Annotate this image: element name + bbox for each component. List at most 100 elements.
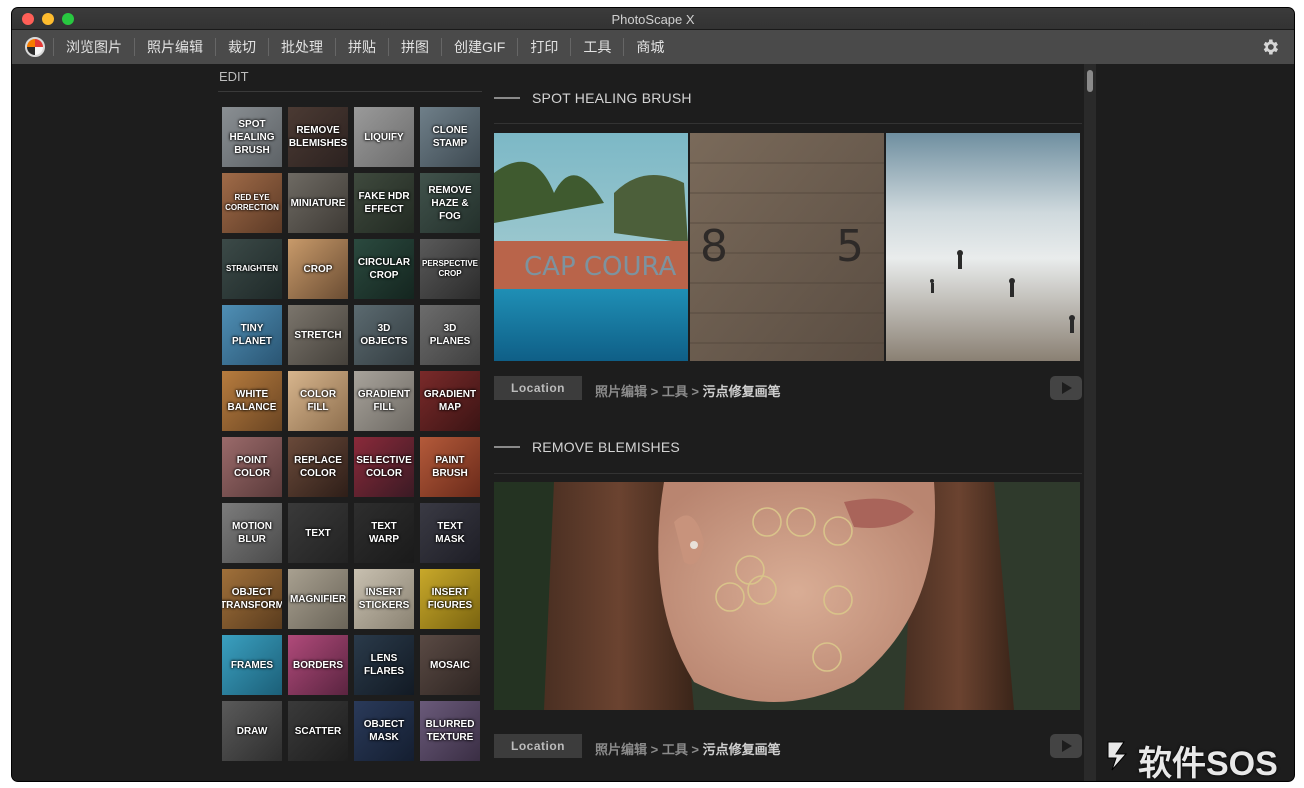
remove-blemishes-preview-image (494, 482, 1080, 710)
tool-object-transform[interactable]: OBJECT TRANSFORM (222, 569, 282, 629)
tool-gradient-fill[interactable]: GRADIENT FILL (354, 371, 414, 431)
tool-label: PAINT BRUSH (432, 455, 468, 479)
play-video-button[interactable] (1050, 734, 1082, 758)
tool-gradient-map[interactable]: GRADIENT MAP (420, 371, 480, 431)
tool-label: MAGNIFIER (289, 593, 347, 605)
section-dash (494, 97, 520, 99)
tool-lens-flares[interactable]: LENS FLARES (354, 635, 414, 695)
tool-label: CROP (303, 263, 333, 275)
edit-heading: EDIT (219, 69, 249, 84)
tool-3d-objects[interactable]: 3D OBJECTS (354, 305, 414, 365)
tool-insert-figures[interactable]: INSERT FIGURES (420, 569, 480, 629)
content-pane: SPOT HEALING BRUSH CAP COURA 8 5 Locatio… (494, 64, 1082, 781)
scrollbar-thumb[interactable] (1087, 70, 1093, 92)
tool-red-eye-correction[interactable]: RED EYE CORRECTION (222, 173, 282, 233)
toolbar-item-collage[interactable]: 拼贴 (335, 38, 388, 56)
tool-label: BORDERS (292, 659, 343, 671)
edit-tools-panel: EDIT SPOT HEALING BRUSH REMOVE BLEMISHES L… (218, 64, 484, 781)
toolbar-item-tools[interactable]: 工具 (570, 38, 623, 56)
tool-label: CLONE STAMP (432, 125, 468, 149)
tool-remove-blemishes[interactable]: REMOVE BLEMISHES (288, 107, 348, 167)
tool-label: GRADIENT FILL (357, 389, 411, 413)
tool-label: MINIATURE (290, 197, 346, 209)
window-title: PhotoScape X (611, 12, 695, 27)
tool-object-mask[interactable]: OBJECT MASK (354, 701, 414, 761)
tool-label: SCATTER (294, 725, 342, 737)
location-path-prefix: 照片编辑 > 工具 > (595, 742, 703, 757)
app-window: PhotoScape X 浏览图片 照片编辑 裁切 批处理 拼贴 拼图 创建GI… (12, 8, 1294, 781)
toolbar-item-print[interactable]: 打印 (517, 38, 570, 56)
toolbar-item-combine[interactable]: 拼图 (388, 38, 441, 56)
tool-label: MOSAIC (430, 659, 470, 671)
tool-selective-color[interactable]: SELECTIVE COLOR (354, 437, 414, 497)
app-logo-icon[interactable] (25, 37, 45, 57)
tool-straighten[interactable]: STRAIGHTEN (222, 239, 282, 299)
toolbar-item-cut-out[interactable]: 裁切 (215, 38, 268, 56)
tool-label: LIQUIFY (364, 131, 404, 143)
tool-label: 3D OBJECTS (360, 323, 408, 347)
left-blank-pane (12, 64, 210, 781)
tool-3d-planes[interactable]: 3D PLANES (420, 305, 480, 365)
tool-label: RED EYE CORRECTION (225, 193, 279, 212)
tool-circular-crop[interactable]: CIRCULAR CROP (354, 239, 414, 299)
tool-tiny-planet[interactable]: TINY PLANET (222, 305, 282, 365)
tool-insert-stickers[interactable]: INSERT STICKERS (354, 569, 414, 629)
tool-remove-haze-and-fog[interactable]: REMOVE HAZE & FOG (420, 173, 480, 233)
tool-label: STRETCH (294, 329, 342, 341)
tool-label: CIRCULAR CROP (357, 257, 411, 281)
tool-label: SPOT HEALING BRUSH (229, 118, 275, 156)
tool-point-color[interactable]: POINT COLOR (222, 437, 282, 497)
tool-label: DRAW (236, 725, 268, 737)
wall-number-left: 8 (700, 221, 728, 272)
watermark-logo-icon (1107, 741, 1128, 771)
toolbar-item-create-gif[interactable]: 创建GIF (441, 38, 517, 56)
tool-label: STRAIGHTEN (226, 264, 278, 273)
tool-white-balance[interactable]: WHITE BALANCE (222, 371, 282, 431)
tool-text-mask[interactable]: TEXT MASK (420, 503, 480, 563)
gear-icon[interactable] (1260, 37, 1280, 57)
toolbar-item-batch[interactable]: 批处理 (268, 38, 335, 56)
tool-draw[interactable]: DRAW (222, 701, 282, 761)
tool-label: OBJECT TRANSFORM (222, 587, 282, 611)
play-video-button[interactable] (1050, 376, 1082, 400)
section-divider (494, 473, 1082, 474)
tool-label: FAKE HDR EFFECT (358, 191, 410, 215)
tool-liquify[interactable]: LIQUIFY (354, 107, 414, 167)
tool-perspective-crop[interactable]: PERSPECTIVE CROP (420, 239, 480, 299)
location-button[interactable]: Location (494, 734, 582, 758)
section-header: REMOVE BLEMISHES (494, 439, 680, 455)
tool-miniature[interactable]: MINIATURE (288, 173, 348, 233)
tool-label: 3D PLANES (429, 323, 471, 347)
tool-fake-hdr-effect[interactable]: FAKE HDR EFFECT (354, 173, 414, 233)
toolbar-item-store[interactable]: 商城 (623, 38, 676, 56)
location-path: 照片编辑 > 工具 > 污点修复画笔 (595, 381, 781, 400)
toolbar-item-editor[interactable]: 照片编辑 (134, 38, 215, 56)
tool-clone-stamp[interactable]: CLONE STAMP (420, 107, 480, 167)
tool-motion-blur[interactable]: MOTION BLUR (222, 503, 282, 563)
tool-mosaic[interactable]: MOSAIC (420, 635, 480, 695)
tool-label: TINY PLANET (232, 323, 272, 347)
tool-crop[interactable]: CROP (288, 239, 348, 299)
tool-label: SELECTIVE COLOR (356, 455, 412, 479)
boat-text: CAP COURA (524, 252, 677, 282)
tool-frames[interactable]: FRAMES (222, 635, 282, 695)
tool-text-warp[interactable]: TEXT WARP (354, 503, 414, 563)
tool-paint-brush[interactable]: PAINT BRUSH (420, 437, 480, 497)
tool-borders[interactable]: BORDERS (288, 635, 348, 695)
tool-spot-healing-brush[interactable]: SPOT HEALING BRUSH (222, 107, 282, 167)
location-button[interactable]: Location (494, 376, 582, 400)
tool-stretch[interactable]: STRETCH (288, 305, 348, 365)
tool-label: INSERT FIGURES (427, 587, 473, 611)
tool-scatter[interactable]: SCATTER (288, 701, 348, 761)
section-dash (494, 446, 520, 448)
tool-label: TEXT WARP (369, 521, 399, 545)
tool-text[interactable]: TEXT (288, 503, 348, 563)
content-scrollbar[interactable] (1084, 64, 1096, 781)
main-toolbar: 浏览图片 照片编辑 裁切 批处理 拼贴 拼图 创建GIF 打印 工具 商城 (12, 30, 1294, 64)
tool-blurred-texture[interactable]: BLURRED TEXTURE (420, 701, 480, 761)
tool-magnifier[interactable]: MAGNIFIER (288, 569, 348, 629)
tool-label: FRAMES (230, 659, 274, 671)
tool-replace-color[interactable]: REPLACE COLOR (288, 437, 348, 497)
tool-color-fill[interactable]: COLOR FILL (288, 371, 348, 431)
toolbar-item-viewer[interactable]: 浏览图片 (53, 38, 134, 56)
